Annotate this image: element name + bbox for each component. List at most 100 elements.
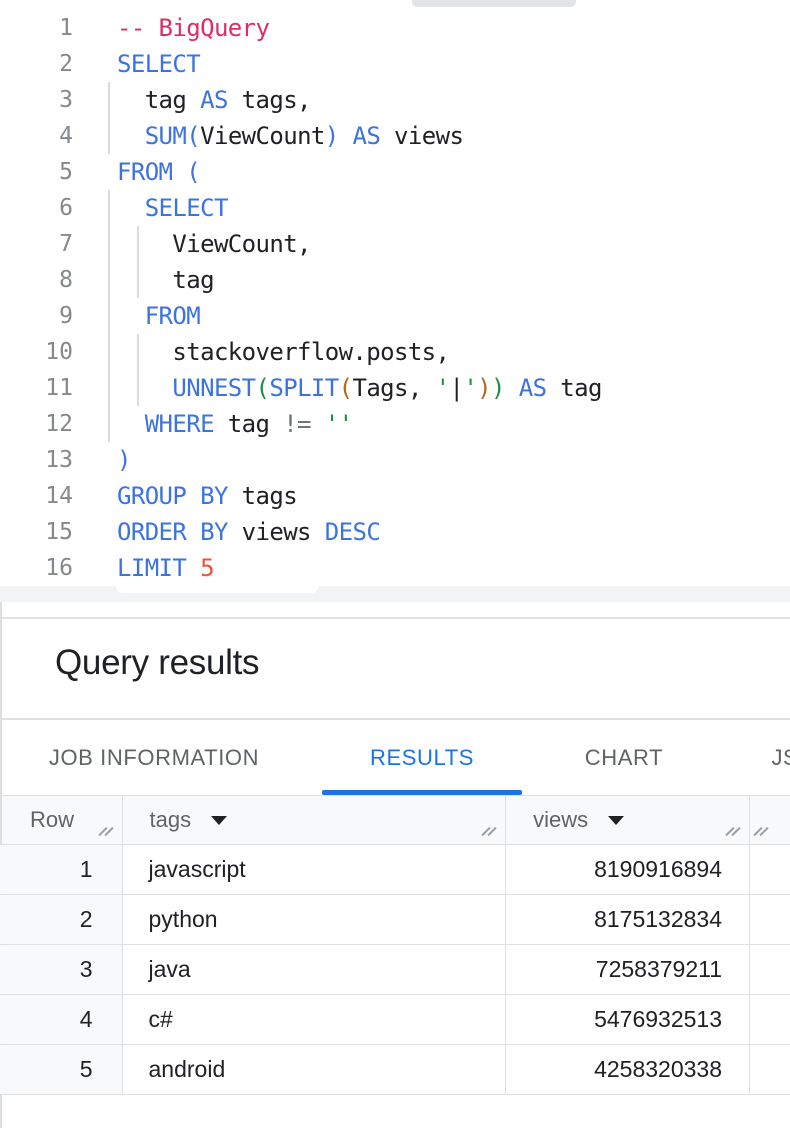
code-line[interactable]: 15ORDER BY views DESC bbox=[0, 514, 790, 550]
line-number: 14 bbox=[0, 478, 73, 514]
extra-cell bbox=[750, 845, 790, 894]
views-cell[interactable]: 4258320338 bbox=[506, 1045, 750, 1094]
row-number-cell[interactable]: 3 bbox=[0, 945, 123, 994]
tab-label: RESULTS bbox=[370, 745, 474, 771]
code-line[interactable]: 8 tag bbox=[0, 262, 790, 298]
line-number: 6 bbox=[0, 190, 73, 226]
editor-scrollbar-thumb-icon[interactable] bbox=[116, 580, 318, 593]
column-header-Row[interactable]: Row bbox=[0, 796, 123, 844]
indent-guide bbox=[137, 226, 139, 298]
column-header-label: Row bbox=[30, 807, 74, 833]
code-text: WHERE tag != '' bbox=[73, 406, 352, 442]
line-number: 5 bbox=[0, 154, 73, 190]
editor-bottom-scrollbar-track bbox=[0, 586, 790, 602]
views-cell[interactable]: 8175132834 bbox=[506, 895, 750, 944]
column-header-views[interactable]: views bbox=[506, 796, 750, 844]
table-header-row: Row tags views bbox=[0, 795, 790, 845]
line-number: 2 bbox=[0, 46, 73, 82]
code-text: SUM(ViewCount) AS views bbox=[73, 118, 463, 154]
line-number: 3 bbox=[0, 82, 73, 118]
indent-guide bbox=[108, 190, 110, 442]
code-line[interactable]: 10 stackoverflow.posts, bbox=[0, 334, 790, 370]
extra-cell bbox=[750, 895, 790, 944]
tab-job-information[interactable]: JOB INFORMATION bbox=[0, 720, 308, 795]
results-table: Rowtagsviews 1javascript81909168942pytho… bbox=[0, 795, 790, 1095]
tags-cell[interactable]: c# bbox=[123, 995, 507, 1044]
views-cell[interactable]: 5476932513 bbox=[506, 995, 750, 1044]
line-number: 4 bbox=[0, 118, 73, 154]
column-menu-arrow-icon[interactable] bbox=[211, 816, 227, 825]
code-text: tag bbox=[73, 262, 214, 298]
row-number-cell[interactable]: 1 bbox=[0, 845, 123, 894]
table-row: 1javascript8190916894 bbox=[0, 845, 790, 895]
query-results-panel-header: Query results bbox=[0, 617, 790, 720]
tab-json[interactable]: JSON bbox=[712, 720, 790, 795]
code-line[interactable]: 4 SUM(ViewCount) AS views bbox=[0, 118, 790, 154]
column-header-tags[interactable]: tags bbox=[123, 796, 507, 844]
column-resize-handle-icon[interactable] bbox=[726, 825, 742, 838]
page-title: Query results bbox=[55, 643, 790, 683]
line-number: 8 bbox=[0, 262, 73, 298]
column-menu-arrow-icon[interactable] bbox=[608, 816, 624, 825]
line-number: 9 bbox=[0, 298, 73, 334]
tab-chart[interactable]: CHART bbox=[536, 720, 712, 795]
column-header-extra[interactable] bbox=[750, 796, 790, 844]
row-number-cell[interactable]: 2 bbox=[0, 895, 123, 944]
views-cell[interactable]: 8190916894 bbox=[506, 845, 750, 894]
extra-cell bbox=[750, 995, 790, 1044]
code-line[interactable]: 7 ViewCount, bbox=[0, 226, 790, 262]
tags-cell[interactable]: android bbox=[123, 1045, 507, 1094]
code-line[interactable]: 6 SELECT bbox=[0, 190, 790, 226]
code-text: SELECT bbox=[73, 46, 200, 82]
column-resize-handle-icon[interactable] bbox=[99, 825, 115, 838]
tags-cell[interactable]: java bbox=[123, 945, 507, 994]
code-text: stackoverflow.posts, bbox=[73, 334, 449, 370]
table-row: 4c#5476932513 bbox=[0, 995, 790, 1045]
code-line[interactable]: 3 tag AS tags, bbox=[0, 82, 790, 118]
code-text: FROM bbox=[73, 298, 200, 334]
code-line[interactable]: 12 WHERE tag != '' bbox=[0, 406, 790, 442]
tags-cell[interactable]: javascript bbox=[123, 845, 507, 894]
divider-gap bbox=[0, 602, 790, 617]
indent-guide bbox=[108, 82, 110, 154]
results-tab-bar: JOB INFORMATION RESULTS CHART JSON bbox=[0, 720, 790, 795]
views-cell[interactable]: 7258379211 bbox=[506, 945, 750, 994]
footer-space bbox=[0, 1095, 790, 1128]
column-resize-handle-icon[interactable] bbox=[482, 825, 498, 838]
code-line[interactable]: 9 FROM bbox=[0, 298, 790, 334]
row-number-cell[interactable]: 5 bbox=[0, 1045, 123, 1094]
editor-top-scrollbar-track bbox=[0, 0, 790, 8]
code-text: SELECT bbox=[73, 190, 228, 226]
column-header-label: tags bbox=[150, 807, 192, 833]
line-number: 15 bbox=[0, 514, 73, 550]
column-header-label: views bbox=[533, 807, 588, 833]
code-lines: 1-- BigQuery2SELECT3 tag AS tags,4 SUM(V… bbox=[0, 10, 790, 586]
code-line[interactable]: 11 UNNEST(SPLIT(Tags, '|')) AS tag bbox=[0, 370, 790, 406]
row-number-cell[interactable]: 4 bbox=[0, 995, 123, 1044]
code-text: -- BigQuery bbox=[73, 10, 269, 46]
table-row: 2python8175132834 bbox=[0, 895, 790, 945]
line-number: 1 bbox=[0, 10, 73, 46]
horizontal-scrollbar-thumb-icon[interactable] bbox=[412, 0, 576, 7]
code-line[interactable]: 5FROM ( bbox=[0, 154, 790, 190]
table-row: 3java7258379211 bbox=[0, 945, 790, 995]
sql-code-editor[interactable]: 1-- BigQuery2SELECT3 tag AS tags,4 SUM(V… bbox=[0, 8, 790, 586]
active-tab-underline bbox=[322, 790, 522, 795]
code-text: GROUP BY tags bbox=[73, 478, 297, 514]
tags-cell[interactable]: python bbox=[123, 895, 507, 944]
line-number: 11 bbox=[0, 370, 73, 406]
indent-guide bbox=[137, 334, 139, 406]
tab-results[interactable]: RESULTS bbox=[308, 720, 536, 795]
code-text: ) bbox=[73, 442, 131, 478]
line-number: 10 bbox=[0, 334, 73, 370]
column-resize-handle-icon[interactable] bbox=[754, 825, 770, 838]
code-line[interactable]: 2SELECT bbox=[0, 46, 790, 82]
code-text: FROM ( bbox=[73, 154, 200, 190]
code-line[interactable]: 14GROUP BY tags bbox=[0, 478, 790, 514]
tab-label: JSON bbox=[771, 745, 790, 771]
code-line[interactable]: 13) bbox=[0, 442, 790, 478]
table-body: 1javascript81909168942python81751328343j… bbox=[0, 845, 790, 1095]
line-number: 16 bbox=[0, 550, 73, 586]
line-number: 13 bbox=[0, 442, 73, 478]
code-line[interactable]: 1-- BigQuery bbox=[0, 10, 790, 46]
